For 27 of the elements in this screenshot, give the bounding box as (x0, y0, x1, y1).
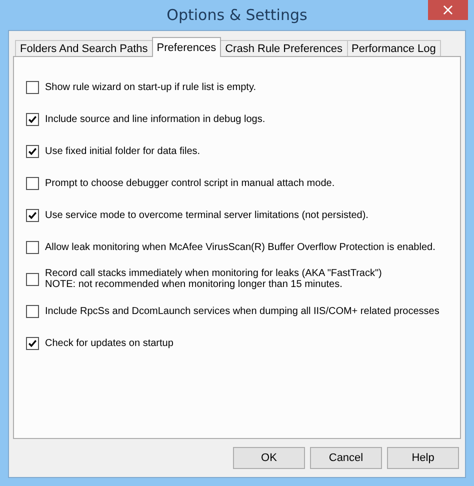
checkbox[interactable] (26, 304, 39, 318)
option-label: Include source and line information in debug logs. (45, 114, 266, 124)
option-label: Use fixed initial folder for data files. (45, 146, 200, 156)
option-label: Show rule wizard on start-up if rule list is empty. (45, 82, 256, 92)
window-title: Options & Settings (166, 6, 308, 24)
checkbox[interactable] (26, 272, 39, 286)
option-label: Record call stacks immediately when monitoring for leaks (AKA "FastTrack") (45, 268, 382, 279)
option-label: Prompt to choose debugger control script in manual attach mode. (45, 178, 335, 188)
dialog-button[interactable]: OK (233, 447, 305, 469)
tab[interactable]: Preferences (152, 37, 222, 57)
checkbox[interactable] (26, 208, 39, 222)
option-label: Use service mode to overcome terminal server limitations (not persisted). (45, 210, 368, 220)
checkbox[interactable] (26, 176, 39, 190)
checkbox[interactable] (26, 112, 39, 126)
checkbox[interactable] (26, 240, 39, 254)
dialog-button[interactable]: Cancel (310, 447, 382, 469)
option-label: Check for updates on startup (45, 338, 174, 348)
checkbox[interactable] (26, 80, 39, 94)
option-label: Allow leak monitoring when McAfee VirusScan(R) Buffer Overflow Protection is enabled. (45, 242, 436, 252)
dialog-button[interactable]: Help (387, 447, 459, 469)
close-button[interactable]: × (428, 0, 468, 20)
option-label: Include RpcSs and DcomLaunch services when dumping all IIS/COM+ related processes (45, 306, 440, 316)
tab[interactable]: Performance Log (346, 40, 441, 57)
checkbox[interactable] (26, 336, 39, 350)
checkbox[interactable] (26, 144, 39, 158)
option-label: NOTE: not recommended when monitoring longer than 15 minutes. (45, 279, 344, 290)
tab[interactable]: Folders And Search Paths (15, 40, 153, 57)
